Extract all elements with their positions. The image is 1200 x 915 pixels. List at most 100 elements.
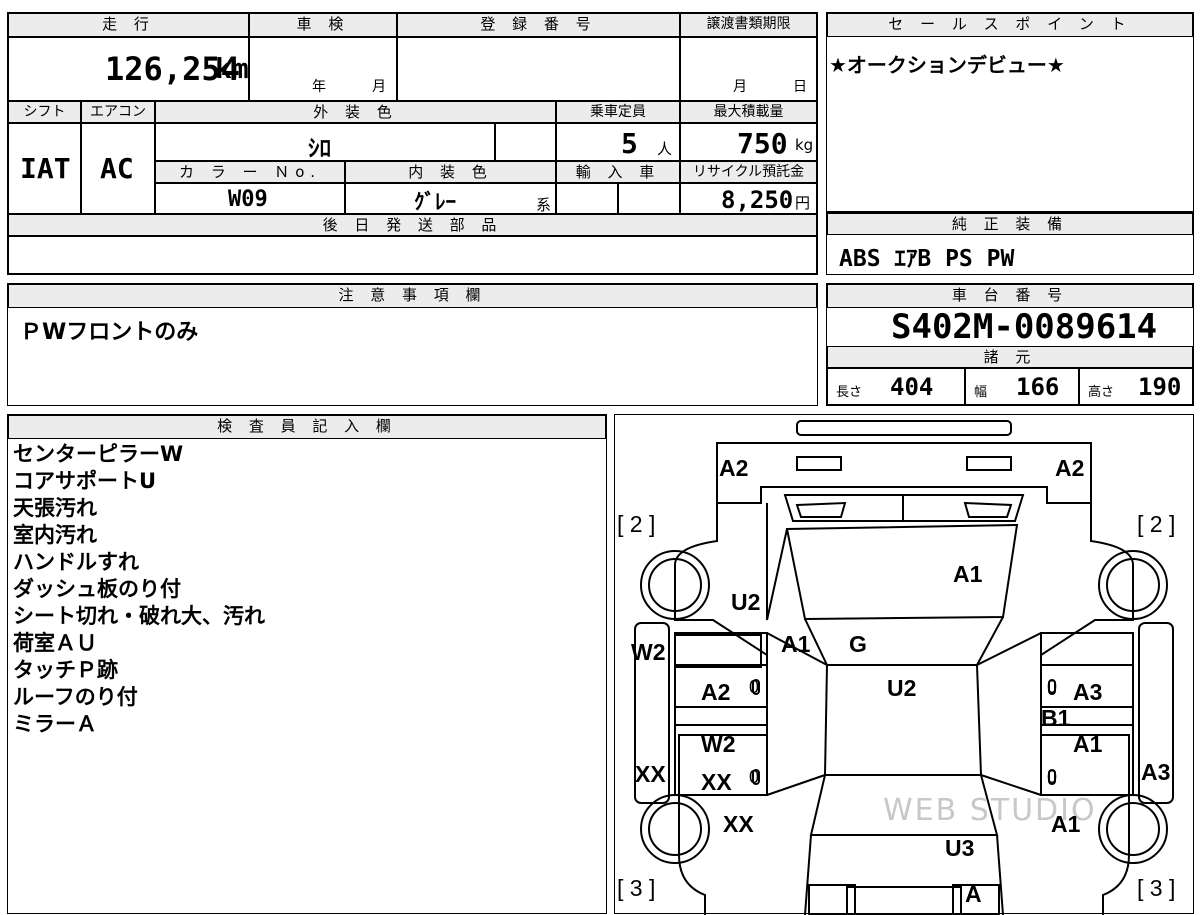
- shaken-year: 年: [312, 79, 326, 95]
- mark-front-left: A2: [719, 455, 749, 481]
- spec-height-label: 高さ: [1088, 385, 1115, 400]
- shaken-header: 車 検: [249, 13, 397, 37]
- interior-color-value: ｸﾞﾚｰ: [414, 190, 456, 214]
- transfer-day: 日: [793, 79, 807, 95]
- transfer-deadline-header: 譲渡書類期限: [680, 13, 817, 37]
- transfer-month: 月: [733, 79, 747, 95]
- import-header: 輸 入 車: [556, 161, 680, 183]
- import-cell-2: [618, 183, 680, 214]
- spec-width-value: 166: [1016, 373, 1060, 401]
- mark-right-front-door: A3: [1073, 679, 1103, 705]
- mark-tire-fl: [ 2 ]: [617, 511, 656, 537]
- spec-length-label: 長さ: [836, 385, 863, 400]
- spec-width-cell: 幅 166: [965, 368, 1079, 405]
- spec-length-cell: 長さ 404: [827, 368, 965, 405]
- max-load-header: 最大積載量: [680, 101, 817, 123]
- inspector-header: 検 査 員 記 入 欄: [8, 415, 606, 439]
- recycle-cell: 8,250 円: [680, 183, 817, 214]
- mileage-cell: 126,254 km: [8, 37, 249, 101]
- recycle-header: リサイクル預託金: [680, 161, 817, 183]
- mark-tire-rr: [ 3 ]: [1137, 875, 1176, 901]
- spec-height-cell: 高さ 190: [1079, 368, 1193, 405]
- mark-left-rocker: W2: [631, 639, 666, 665]
- inspector-note: 荷室ＡＵ: [13, 631, 97, 655]
- later-parts-header: 後 日 発 送 部 品: [8, 214, 817, 236]
- inspector-box: 検 査 員 記 入 欄 センターピラーW コアサポートU 天張汚れ 室内汚れ ハ…: [7, 414, 607, 914]
- mark-zero-3: 0: [1047, 677, 1058, 697]
- sales-point-header: セ ー ル ス ポ イ ン ト: [827, 13, 1193, 37]
- mark-right-rear-fender: A1: [1051, 811, 1081, 837]
- mark-hood: A1: [953, 561, 983, 587]
- exterior-color-value: ｼﾛ: [308, 136, 331, 162]
- spec-length-value: 404: [890, 373, 934, 401]
- spec-header: 諸 元: [827, 346, 1193, 368]
- ac-cell: AC: [81, 123, 155, 214]
- tire-rear-left: [640, 794, 710, 864]
- interior-color-header: 内 装 色: [345, 161, 556, 183]
- mark-zero-4: 0: [1047, 767, 1058, 787]
- mark-right-rear-door: A1: [1073, 731, 1103, 757]
- inspector-note: センターピラーW: [13, 442, 184, 466]
- shaken-cell: 年 月: [249, 37, 397, 101]
- caution-text: ＰWフロントのみ: [20, 320, 199, 345]
- mark-right-quarter: A3: [1141, 759, 1171, 785]
- equipment-value: ABS ｴｱB PS PW: [839, 246, 1015, 272]
- exterior-color-cell: ｼﾛ: [155, 123, 495, 162]
- chassis-box: 車 台 番 号 S402M-0089614 諸 元 長さ 404 幅 166 高…: [826, 283, 1194, 406]
- mileage-header: 走 行: [8, 13, 249, 37]
- car-diagram-box: WEB STUDIO A2 A2 [ 2 ] [ 2 ] [ 3 ] [ 3 ]…: [614, 414, 1194, 915]
- tire-rear-right: [1098, 794, 1168, 864]
- mark-tire-fr: [ 2 ]: [1137, 511, 1176, 537]
- mark-left-front-door: A2: [701, 679, 731, 705]
- front-light-right: [966, 456, 1012, 471]
- capacity-cell: 5 人: [556, 123, 680, 161]
- mark-zero-1: 0: [749, 677, 760, 697]
- inspector-note: 室内汚れ: [13, 523, 97, 547]
- inspector-note: 天張汚れ: [13, 496, 97, 520]
- transfer-deadline-cell: 月 日: [680, 37, 817, 101]
- chassis-header: 車 台 番 号: [827, 284, 1193, 308]
- max-load-unit: kg: [795, 136, 814, 154]
- shaken-month: 月: [372, 79, 386, 95]
- hood: [785, 523, 1019, 621]
- left-mirror: [674, 634, 762, 668]
- spec-width-label: 幅: [974, 385, 988, 400]
- mark-pillar-left: A1: [781, 631, 811, 657]
- equipment-header: 純 正 装 備: [827, 213, 1193, 235]
- mark-rear-gate: U3: [945, 835, 975, 861]
- mark-fender-left: U2: [731, 589, 761, 615]
- caution-box: 注 意 事 項 欄 ＰWフロントのみ: [7, 283, 818, 406]
- front-light-left: [796, 456, 842, 471]
- caution-header: 注 意 事 項 欄: [8, 284, 817, 308]
- exterior-color-code-cell: [495, 123, 556, 161]
- mark-left-rear-door-2: XX: [701, 769, 732, 795]
- inspector-note: ハンドルすれ: [13, 550, 139, 574]
- vehicle-info-table: 走 行 車 検 登 録 番 号 譲渡書類期限 126,254 km 年 月 月 …: [7, 12, 818, 275]
- mark-windshield: G: [849, 631, 867, 657]
- max-load-value: 750: [737, 127, 788, 160]
- inspector-note: ダッシュ板のり付: [13, 577, 181, 601]
- color-no-header: カ ラ ー Ｎo.: [155, 161, 345, 183]
- equipment-box: 純 正 装 備 ABS ｴｱB PS PW: [826, 212, 1194, 275]
- left-body-outline: [674, 503, 768, 915]
- rear-bumper: [846, 886, 962, 915]
- mileage-unit: km: [215, 52, 249, 85]
- inspector-note: タッチＰ跡: [13, 658, 118, 682]
- sales-point-text: ★オークションデビュー★: [829, 53, 1065, 77]
- interior-color-suffix: 系: [536, 196, 552, 214]
- capacity-header: 乗車定員: [556, 101, 680, 123]
- color-no-value: W09: [228, 187, 268, 212]
- mark-left-rear-fender: XX: [723, 811, 754, 837]
- mark-left-rear-door: W2: [701, 731, 736, 757]
- inspector-note: ルーフのり付: [13, 685, 138, 709]
- max-load-cell: 750 kg: [680, 123, 817, 161]
- registration-cell: [397, 37, 680, 101]
- later-parts-cell: [8, 236, 817, 274]
- mark-left-quarter: XX: [635, 761, 666, 787]
- mark-tire-rl: [ 3 ]: [617, 875, 656, 901]
- mark-right-pillar: B1: [1041, 705, 1071, 731]
- recycle-unit: 円: [795, 194, 811, 212]
- mark-zero-2: 0: [749, 767, 760, 787]
- spec-height-value: 190: [1138, 373, 1182, 401]
- chassis-number: S402M-0089614: [891, 307, 1158, 347]
